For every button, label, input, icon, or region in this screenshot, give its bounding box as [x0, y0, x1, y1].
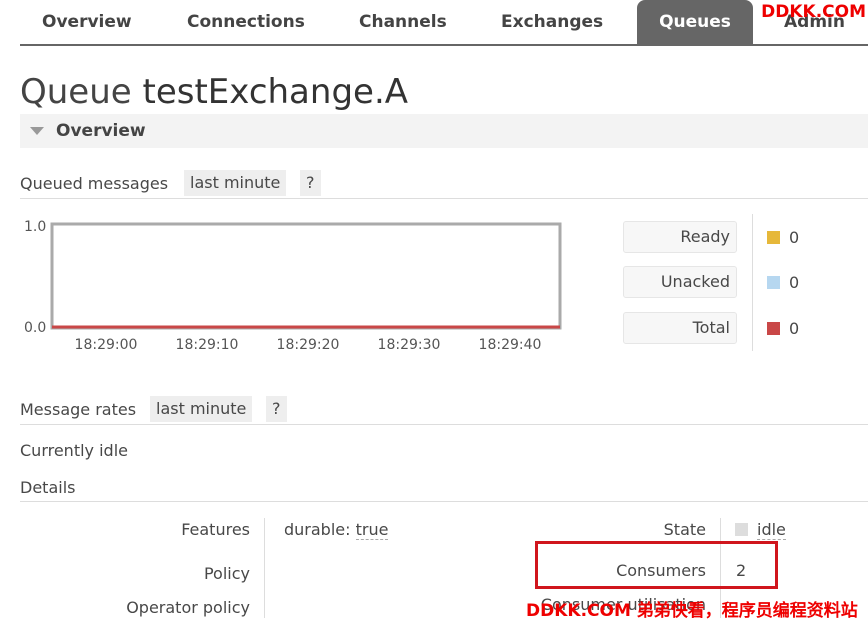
rates-help-button[interactable]: ? — [266, 396, 287, 422]
features-key: durable: — [284, 520, 351, 539]
tab-overview[interactable]: Overview — [42, 0, 132, 44]
x-tick-label: 18:29:40 — [479, 337, 542, 353]
details-divider-left — [264, 518, 265, 618]
queued-messages-header: Queued messages last minute ? — [20, 170, 868, 199]
queued-help-button[interactable]: ? — [300, 170, 321, 196]
details-header: Details — [20, 476, 868, 502]
y-tick-top: 1.0 — [24, 219, 46, 235]
legend-total-value: 0 — [789, 319, 800, 338]
top-nav: Overview Connections Channels Exchanges … — [20, 0, 868, 46]
legend-unacked-label: Unacked — [623, 266, 737, 298]
legend-ready-label: Ready — [623, 221, 737, 253]
details-label: Details — [20, 478, 76, 497]
tab-queues[interactable]: Queues — [637, 0, 753, 44]
features-durable-value: true — [355, 520, 389, 540]
x-tick-label: 18:29:10 — [176, 337, 239, 353]
legend-unacked-value: 0 — [789, 273, 800, 292]
features-value: durable: true — [284, 520, 389, 540]
section-title: Overview — [56, 121, 146, 141]
collapse-triangle-icon[interactable] — [30, 127, 44, 135]
message-rates-label: Message rates — [20, 400, 137, 419]
operator-policy-label: Operator policy — [126, 598, 250, 617]
x-tick-label: 18:29:00 — [75, 337, 138, 353]
highlight-box — [535, 541, 778, 589]
legend-ready-value: 0 — [789, 228, 800, 247]
watermark-bottom: DDKK.COM 弟弟快看，程序员编程资料站 — [526, 601, 858, 621]
tab-exchanges[interactable]: Exchanges — [501, 0, 603, 44]
policy-label: Policy — [203, 564, 250, 583]
legend-divider — [752, 214, 753, 351]
page-title: Queue testExchange.A — [20, 72, 408, 112]
legend-unacked-swatch — [767, 276, 780, 289]
state-idle-swatch — [735, 523, 748, 536]
x-tick-label: 18:29:30 — [378, 337, 441, 353]
queued-range-select[interactable]: last minute — [184, 170, 287, 196]
state-label: State — [663, 520, 706, 539]
state-value: idle — [757, 520, 786, 540]
message-rates-header: Message rates last minute ? — [20, 396, 868, 425]
tab-channels[interactable]: Channels — [359, 0, 447, 44]
queued-messages-label: Queued messages — [20, 174, 169, 193]
legend-ready-swatch — [767, 231, 780, 244]
features-label: Features — [181, 520, 250, 539]
legend-total-swatch — [767, 322, 780, 335]
idle-text: Currently idle — [20, 441, 128, 460]
rates-range-select[interactable]: last minute — [150, 396, 253, 422]
overview-section-header[interactable]: Overview — [20, 114, 868, 148]
x-tick-label: 18:29:20 — [277, 337, 340, 353]
y-tick-bottom: 0.0 — [24, 320, 46, 336]
watermark-top: DDKK.COM — [761, 2, 866, 22]
queued-messages-chart: 1.0 0.0 18:29:00 18:29:10 18:29:20 18:29:30… — [24, 219, 562, 353]
title-prefix: Queue — [20, 72, 132, 112]
queue-name: testExchange.A — [142, 72, 409, 112]
tab-connections[interactable]: Connections — [187, 0, 305, 44]
legend-total-label: Total — [623, 312, 737, 344]
plot-frame — [50, 222, 562, 330]
